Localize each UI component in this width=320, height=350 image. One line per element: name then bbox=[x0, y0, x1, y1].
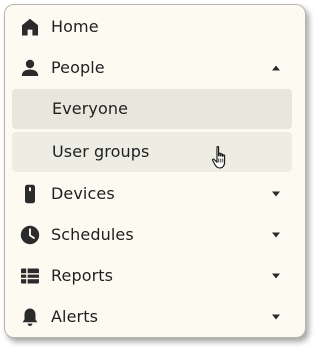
device-icon bbox=[20, 184, 40, 204]
submenu-item-label: Everyone bbox=[52, 99, 129, 118]
menu-item-label: Devices bbox=[51, 184, 115, 203]
menu-item-reports[interactable]: Reports bbox=[5, 256, 305, 296]
submenu-item-label: User groups bbox=[52, 142, 150, 161]
menu-item-home[interactable]: Home bbox=[5, 7, 305, 47]
person-icon bbox=[20, 58, 40, 78]
submenu-item-user-groups[interactable]: User groups bbox=[12, 132, 292, 172]
submenu-item-everyone[interactable]: Everyone bbox=[12, 89, 292, 129]
menu-item-schedules[interactable]: Schedules bbox=[5, 215, 305, 255]
chevron-down-icon[interactable] bbox=[271, 231, 281, 239]
menu-item-label: Reports bbox=[51, 266, 114, 285]
chevron-down-icon[interactable] bbox=[271, 313, 281, 321]
navigation-menu: Home People Everyone User groups Devices… bbox=[4, 4, 306, 338]
menu-item-alerts[interactable]: Alerts bbox=[5, 297, 305, 337]
chevron-down-icon[interactable] bbox=[271, 272, 281, 280]
menu-item-devices[interactable]: Devices bbox=[5, 174, 305, 214]
menu-item-label: Schedules bbox=[51, 225, 134, 244]
home-icon bbox=[20, 17, 40, 37]
hand-cursor-icon bbox=[210, 145, 230, 171]
bell-icon bbox=[20, 307, 40, 327]
menu-item-label: Alerts bbox=[51, 307, 99, 326]
list-icon bbox=[20, 266, 40, 286]
menu-item-label: Home bbox=[51, 17, 99, 36]
clock-icon bbox=[20, 225, 40, 245]
chevron-up-icon[interactable] bbox=[271, 64, 281, 72]
menu-item-label: People bbox=[51, 58, 105, 77]
menu-item-people[interactable]: People bbox=[5, 48, 305, 88]
chevron-down-icon[interactable] bbox=[271, 190, 281, 198]
